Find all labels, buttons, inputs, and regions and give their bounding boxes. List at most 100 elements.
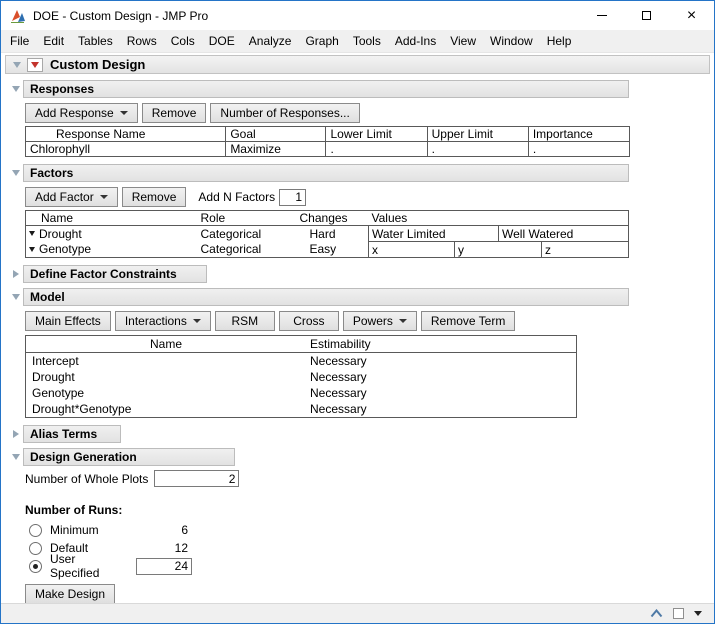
factor-value-cell[interactable]: x — [368, 241, 455, 258]
whole-plots-label: Number of Whole Plots — [25, 471, 149, 486]
menu-tables[interactable]: Tables — [71, 30, 120, 52]
menu-doe[interactable]: DOE — [202, 30, 242, 52]
add-n-factors-input[interactable] — [279, 188, 307, 206]
number-of-responses-button[interactable]: Number of Responses... — [210, 103, 360, 123]
disclosure-open-icon[interactable] — [9, 86, 23, 92]
status-checkbox-icon[interactable] — [673, 608, 684, 619]
factor-value-cell[interactable]: Well Watered — [497, 225, 630, 242]
response-upper-cell[interactable]: . — [426, 141, 529, 157]
factors-section-header: Factors — [5, 164, 710, 182]
minimize-button[interactable] — [579, 1, 624, 30]
factor-role-cell[interactable]: Categorical — [198, 242, 298, 258]
cross-button[interactable]: Cross — [278, 311, 339, 331]
window-controls: × — [579, 1, 714, 30]
remove-response-button[interactable]: Remove — [141, 103, 207, 123]
term-name-cell[interactable]: Intercept — [26, 353, 307, 370]
powers-button[interactable]: Powers — [342, 311, 417, 331]
user-specified-radio[interactable] — [29, 559, 42, 573]
menu-tools[interactable]: Tools — [346, 30, 388, 52]
factor-role-cell[interactable]: Categorical — [198, 226, 298, 242]
model-term-row[interactable]: Drought Necessary — [26, 369, 577, 385]
factor-changes-cell[interactable]: Hard — [298, 226, 369, 242]
factor-name-cell[interactable]: Genotype — [26, 242, 198, 258]
factors-header-row: Name Role Changes Values — [25, 210, 629, 226]
menu-analyze[interactable]: Analyze — [242, 30, 299, 52]
main-effects-button[interactable]: Main Effects — [25, 311, 111, 331]
disclosure-open-icon[interactable] — [10, 61, 24, 68]
red-triangle-menu-button[interactable] — [27, 57, 43, 72]
whole-plots-input[interactable] — [154, 470, 240, 487]
model-term-row[interactable]: Genotype Necessary — [26, 385, 577, 401]
design-generation-section-header: Design Generation — [5, 448, 710, 466]
dropdown-caret-icon — [119, 111, 128, 115]
minimum-radio[interactable] — [29, 523, 42, 537]
rsm-button[interactable]: RSM — [214, 311, 275, 331]
response-goal-cell[interactable]: Maximize — [225, 141, 327, 157]
factor-menu-icon[interactable] — [29, 231, 35, 237]
menu-help[interactable]: Help — [540, 30, 579, 52]
window-title: DOE - Custom Design - JMP Pro — [33, 8, 209, 23]
factor-name-cell[interactable]: Drought — [26, 226, 198, 242]
estimability-cell[interactable]: Necessary — [306, 385, 577, 401]
model-title: Model — [30, 290, 65, 304]
factor-value-cell[interactable]: Water Limited — [368, 225, 499, 242]
whole-plots-row: Number of Whole Plots — [25, 470, 710, 487]
maximize-button[interactable] — [624, 1, 669, 30]
disclosure-open-icon[interactable] — [9, 294, 23, 300]
scroll-to-top-icon[interactable] — [650, 609, 663, 618]
col-factor-name: Name — [25, 210, 198, 226]
menu-addins[interactable]: Add-Ins — [388, 30, 443, 52]
add-response-button[interactable]: Add Response — [25, 103, 138, 123]
menu-view[interactable]: View — [443, 30, 483, 52]
constraints-title: Define Factor Constraints — [30, 267, 177, 281]
maximize-icon — [642, 11, 651, 20]
model-term-row[interactable]: Intercept Necessary — [26, 353, 577, 370]
responses-header-row: Response Name Goal Lower Limit Upper Lim… — [24, 126, 631, 142]
factor-menu-icon[interactable] — [29, 246, 35, 252]
estimability-cell[interactable]: Necessary — [306, 369, 577, 385]
term-name-cell[interactable]: Drought — [26, 369, 307, 385]
menu-graph[interactable]: Graph — [298, 30, 345, 52]
disclosure-open-icon[interactable] — [9, 170, 23, 176]
disclosure-closed-icon[interactable] — [9, 270, 23, 278]
response-lower-cell[interactable]: . — [325, 141, 428, 157]
minimum-label[interactable]: Minimum — [50, 523, 142, 537]
response-importance-cell[interactable]: . — [527, 141, 631, 157]
col-goal: Goal — [225, 126, 327, 142]
factor-value-cell[interactable]: y — [454, 241, 542, 258]
menu-edit[interactable]: Edit — [36, 30, 71, 52]
term-name-cell[interactable]: Genotype — [26, 385, 307, 401]
add-factor-button[interactable]: Add Factor — [25, 187, 118, 207]
menu-file[interactable]: File — [3, 30, 36, 52]
user-specified-label[interactable]: User Specified — [50, 552, 128, 580]
menu-rows[interactable]: Rows — [120, 30, 164, 52]
runs-option-user-specified: User Specified — [29, 552, 710, 580]
remove-term-button[interactable]: Remove Term — [420, 311, 516, 331]
estimability-cell[interactable]: Necessary — [306, 401, 577, 418]
constraints-section-header: Define Factor Constraints — [5, 265, 710, 283]
default-radio[interactable] — [29, 541, 42, 555]
status-dropdown-icon[interactable] — [694, 611, 702, 616]
close-button[interactable]: × — [669, 1, 714, 30]
factors-title: Factors — [30, 166, 74, 180]
make-design-button[interactable]: Make Design — [25, 584, 116, 603]
response-name-cell[interactable]: Chlorophyll — [24, 141, 227, 157]
response-row: Chlorophyll Maximize . . . — [24, 141, 631, 157]
interactions-button[interactable]: Interactions — [114, 311, 211, 331]
alias-title: Alias Terms — [30, 427, 98, 441]
model-term-row[interactable]: Drought*Genotype Necessary — [26, 401, 577, 418]
dropdown-caret-icon — [398, 319, 407, 323]
user-specified-runs-input[interactable] — [136, 557, 192, 575]
estimability-cell[interactable]: Necessary — [306, 353, 577, 370]
term-name-cell[interactable]: Drought*Genotype — [26, 401, 307, 418]
menu-cols[interactable]: Cols — [164, 30, 202, 52]
remove-factor-button[interactable]: Remove — [121, 187, 187, 207]
disclosure-open-icon[interactable] — [9, 454, 23, 460]
number-of-runs-label: Number of Runs: — [25, 503, 123, 517]
col-importance: Importance — [527, 126, 631, 142]
disclosure-closed-icon[interactable] — [9, 430, 23, 438]
menu-window[interactable]: Window — [483, 30, 540, 52]
col-estimability: Estimability — [306, 335, 577, 353]
factor-changes-cell[interactable]: Easy — [298, 242, 369, 258]
factor-value-cell[interactable]: z — [540, 241, 630, 258]
